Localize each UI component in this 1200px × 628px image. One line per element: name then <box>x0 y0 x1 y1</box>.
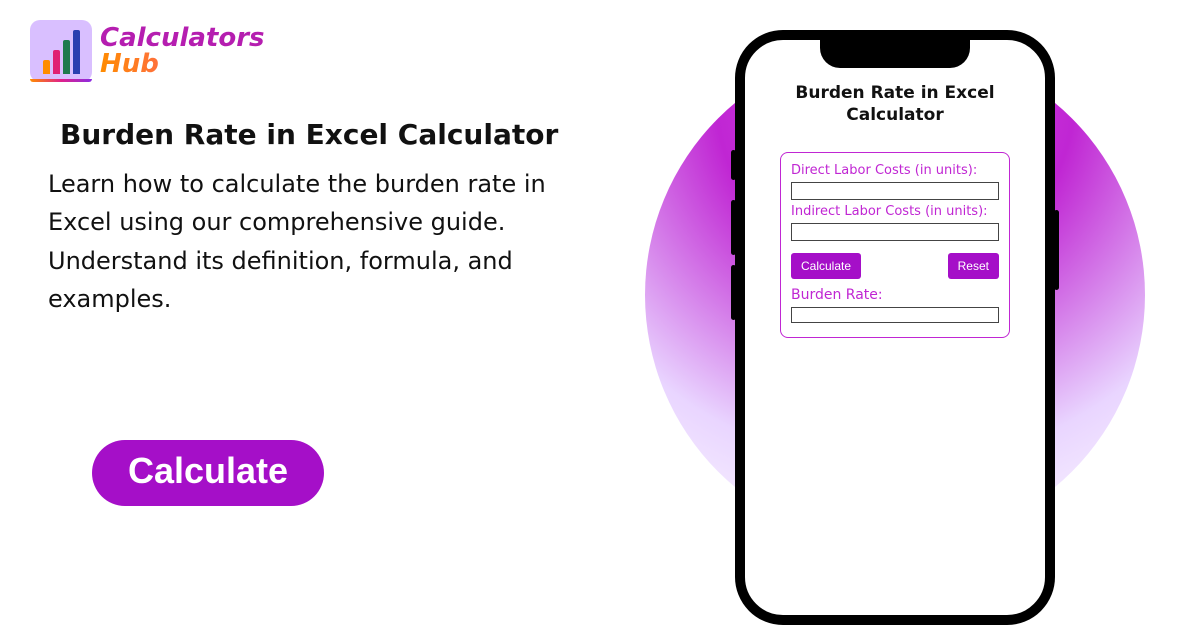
phone-mockup: Burden Rate in Excel Calculator Direct L… <box>735 30 1055 625</box>
calculator-card: Direct Labor Costs (in units): Indirect … <box>780 152 1010 338</box>
logo-chart-icon <box>30 20 92 82</box>
page-title: Burden Rate in Excel Calculator <box>60 118 558 151</box>
burden-rate-label: Burden Rate: <box>791 287 999 303</box>
phone-reset-button[interactable]: Reset <box>948 253 999 279</box>
indirect-labor-input[interactable] <box>791 223 999 241</box>
page-description: Learn how to calculate the burden rate i… <box>48 165 578 319</box>
direct-labor-label: Direct Labor Costs (in units): <box>791 163 999 178</box>
phone-screen: Burden Rate in Excel Calculator Direct L… <box>745 40 1045 354</box>
phone-side-button <box>1054 210 1059 290</box>
phone-app-title: Burden Rate in Excel Calculator <box>761 82 1029 126</box>
direct-labor-input[interactable] <box>791 182 999 200</box>
phone-side-button <box>731 150 736 180</box>
burden-rate-output <box>791 307 999 323</box>
phone-calculate-button[interactable]: Calculate <box>791 253 861 279</box>
brand-text: Calculators Hub <box>100 25 265 77</box>
brand-line2: Hub <box>100 51 265 77</box>
phone-side-button <box>731 200 736 255</box>
brand-line1: Calculators <box>100 25 265 51</box>
phone-side-button <box>731 265 736 320</box>
phone-notch <box>820 38 970 68</box>
calculate-button[interactable]: Calculate <box>92 440 324 506</box>
brand-logo: Calculators Hub <box>30 20 265 82</box>
indirect-labor-label: Indirect Labor Costs (in units): <box>791 204 999 219</box>
